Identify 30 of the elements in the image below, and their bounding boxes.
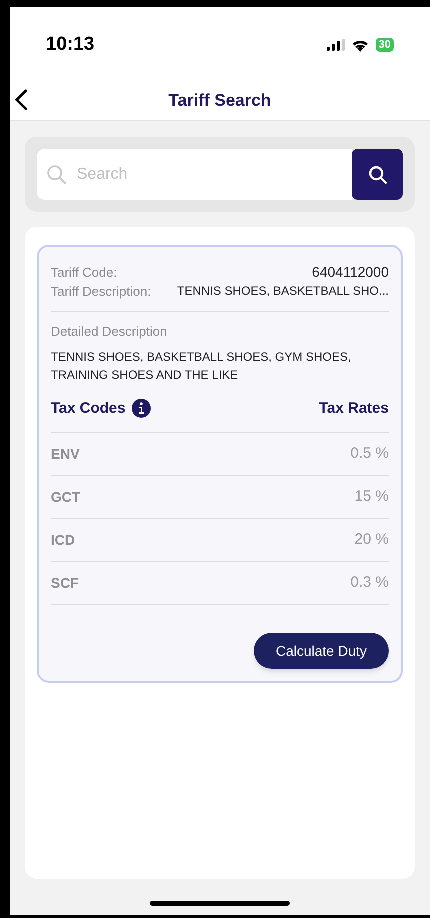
signal-icon [326, 39, 345, 51]
calculate-duty-button[interactable]: Calculate Duty [254, 633, 389, 669]
search-input[interactable]: Search [77, 162, 342, 186]
search-icon [47, 164, 67, 184]
search-icon [368, 164, 388, 184]
back-icon [14, 89, 30, 111]
detailed-description-label: Detailed Description [51, 323, 168, 341]
tariff-description: TENNIS SHOES, BASKETBALL SHO... [177, 283, 389, 300]
tax-code: GCT [51, 488, 81, 506]
tariff-code: 6404112000 [312, 263, 389, 282]
tax-code: ENV [51, 444, 80, 464]
info-icon[interactable] [132, 399, 151, 418]
tariff-description-label: Tariff Description: [51, 283, 152, 301]
tax-code: SCF [51, 574, 79, 592]
status-time: 10:13 [46, 32, 95, 57]
tax-rate: 0.5 % [350, 444, 389, 464]
detailed-description: TENNIS SHOES, BASKETBALL SHOES, GYM SHOES, TRAINING SHOES AND THE LIKE [51, 348, 352, 384]
search-field[interactable]: Search [37, 149, 352, 200]
tax-rate: 20 % [354, 530, 389, 550]
tariff-code-label: Tariff Code: [51, 264, 118, 282]
tax-rates-heading: Tax Rates [319, 398, 389, 418]
wifi-icon [352, 38, 369, 52]
tax-rate: 15 % [354, 486, 389, 507]
tax-code: ICD [51, 530, 76, 550]
battery-indicator: 30 [376, 38, 394, 52]
page-title: Tariff Search [168, 90, 272, 112]
back-button[interactable] [14, 89, 30, 111]
tax-rate: 0.3 % [350, 572, 389, 593]
tax-codes-heading: Tax Codes [51, 398, 126, 418]
search-button[interactable] [352, 149, 403, 200]
